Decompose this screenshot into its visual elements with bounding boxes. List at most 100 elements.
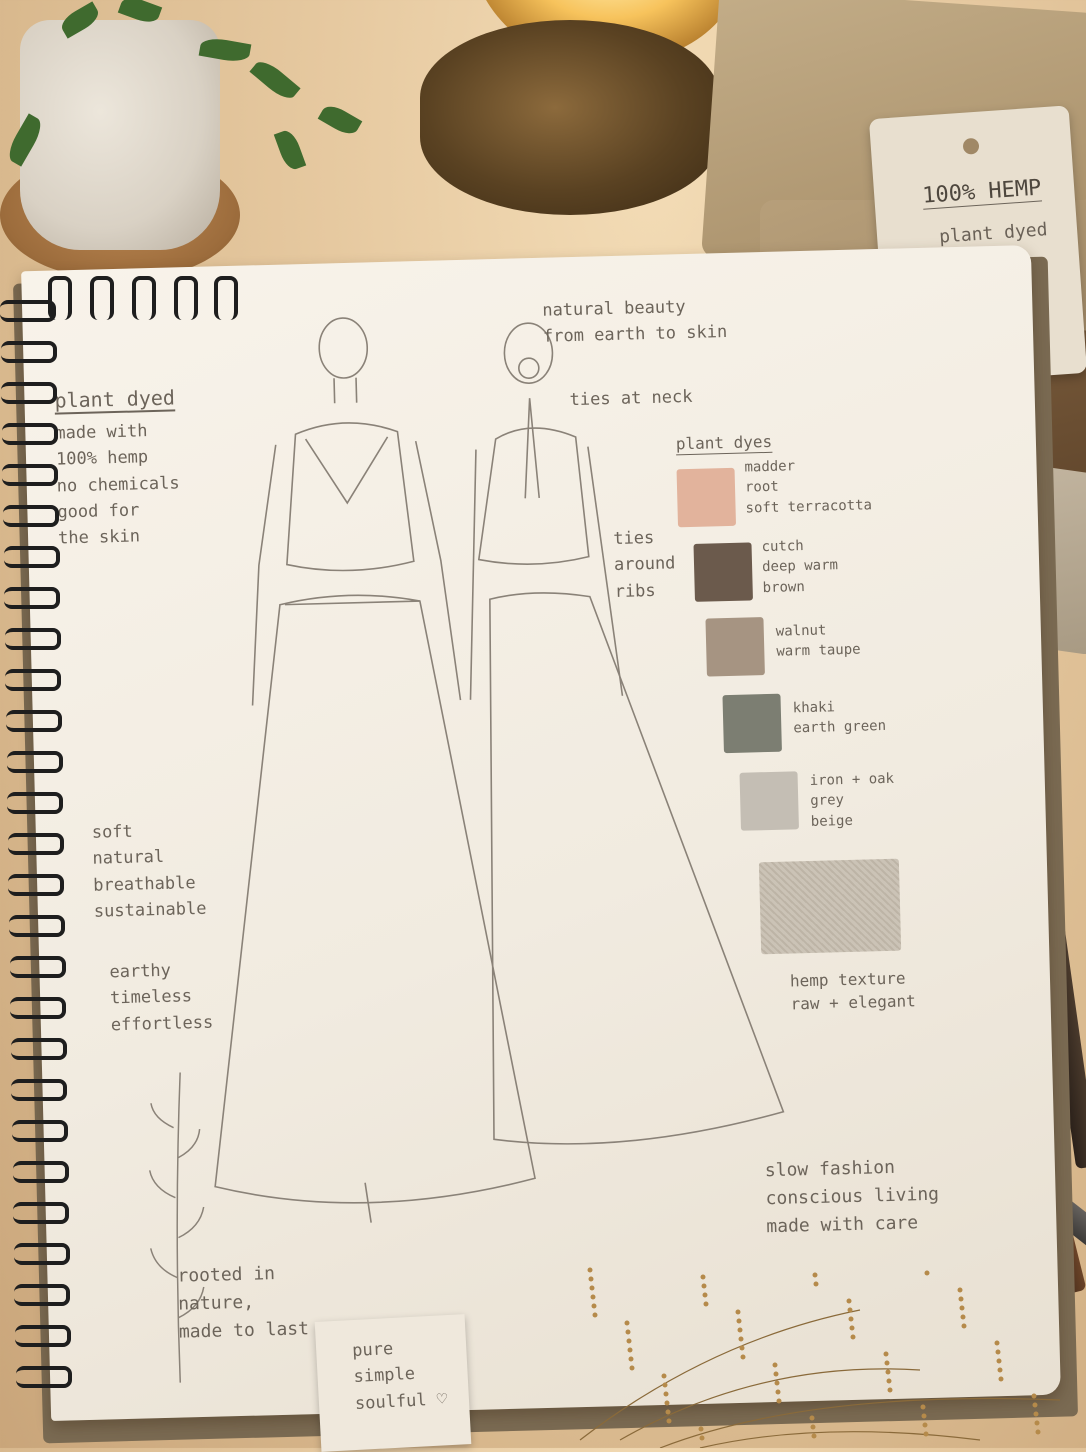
flower-bud xyxy=(700,1274,706,1280)
flower-bud xyxy=(997,1367,1003,1373)
flower-bud xyxy=(625,1329,631,1335)
spiral-ring xyxy=(0,300,56,322)
flower-bud xyxy=(701,1283,707,1289)
flower-bud xyxy=(739,1345,745,1351)
plant-dyes-heading: plant dyes xyxy=(675,431,773,454)
rooted-in-nature-note: rooted in nature, made to last xyxy=(177,1263,310,1343)
flower-bud xyxy=(958,1296,964,1302)
flower-bud xyxy=(662,1382,668,1388)
flower-bud xyxy=(994,1340,1000,1346)
spiral-ring xyxy=(4,587,61,609)
plant-pot xyxy=(20,20,220,250)
qualities-note-2: earthy timeless effortless xyxy=(109,960,214,1036)
flower-bud xyxy=(587,1267,593,1273)
flower-bud xyxy=(773,1371,779,1377)
flower-bud xyxy=(591,1303,597,1309)
swatch-cutch xyxy=(693,542,753,602)
flower-bud xyxy=(998,1376,1004,1382)
flower-bud xyxy=(920,1404,926,1410)
spiral-ring xyxy=(9,915,65,937)
spiral-ring xyxy=(11,1079,68,1101)
flower-bud xyxy=(666,1418,672,1424)
flower-bud xyxy=(775,1389,781,1395)
flower-bud xyxy=(776,1398,782,1404)
flower-bud xyxy=(1032,1402,1038,1408)
spiral-ring xyxy=(3,546,60,568)
flower-bud xyxy=(923,1431,929,1437)
flower-bud xyxy=(959,1305,965,1311)
flower-bud xyxy=(847,1307,853,1313)
flower-bud xyxy=(589,1285,595,1291)
spiral-ring xyxy=(4,628,61,650)
slow-fashion-note: slow fashion conscious living made with … xyxy=(764,1156,940,1238)
flower-bud xyxy=(588,1276,594,1282)
flower-bud xyxy=(664,1400,670,1406)
swatch-hemp-texture xyxy=(758,858,902,955)
flower-bud xyxy=(995,1349,1001,1355)
swatch-label-hemp-texture: hemp texture raw + elegant xyxy=(789,968,917,1014)
flower-bud xyxy=(811,1433,817,1439)
flower-bud xyxy=(1034,1420,1040,1426)
spiral-ring xyxy=(10,1038,67,1060)
natural-beauty-note: natural beauty from earth to skin xyxy=(542,297,728,348)
pure-simple-soulful-text: pure simple soulful ♡ xyxy=(351,1338,448,1414)
flower-bud xyxy=(628,1356,634,1362)
flower-bud xyxy=(624,1320,630,1326)
flower-bud xyxy=(1033,1411,1039,1417)
spiral-ring xyxy=(7,833,64,855)
spiral-ring xyxy=(0,341,57,363)
swatch-madder xyxy=(676,467,737,528)
tag-title: 100% HEMP xyxy=(921,175,1043,210)
flower-bud xyxy=(774,1380,780,1386)
spiral-ring xyxy=(12,1161,69,1183)
flower-bud xyxy=(665,1409,671,1415)
flower-bud xyxy=(699,1435,705,1441)
spiral-ring xyxy=(7,792,64,814)
flower-bud xyxy=(590,1294,596,1300)
ties-at-neck-note: ties at neck xyxy=(569,386,693,411)
spiral-ring xyxy=(15,1325,71,1347)
swatch-iron-oak xyxy=(739,771,799,831)
swatch-khaki xyxy=(722,693,782,754)
spiral-ring xyxy=(10,997,67,1019)
flower-bud xyxy=(627,1347,633,1353)
flower-bud xyxy=(812,1272,818,1278)
flower-bud xyxy=(626,1338,632,1344)
flower-bud xyxy=(957,1287,963,1293)
spiral-ring xyxy=(12,1120,68,1142)
swatch-walnut xyxy=(705,617,765,677)
flower-bud xyxy=(886,1378,892,1384)
flower-bud xyxy=(924,1270,930,1276)
flower-bud xyxy=(884,1360,890,1366)
pure-simple-soulful-label: pure simple soulful ♡ xyxy=(314,1314,472,1452)
flower-bud xyxy=(850,1334,856,1340)
spiral-ring xyxy=(5,669,62,691)
flower-bud xyxy=(1031,1393,1037,1399)
flower-bud xyxy=(961,1323,967,1329)
flower-bud xyxy=(629,1365,635,1371)
flower-bud xyxy=(736,1318,742,1324)
spiral-ring xyxy=(15,1366,72,1388)
qualities-note-1: soft natural breathable sustainable xyxy=(91,821,207,922)
spiral-ring xyxy=(2,464,59,486)
tag-hole xyxy=(962,137,980,155)
flower-bud xyxy=(702,1292,708,1298)
flower-bud xyxy=(735,1309,741,1315)
spiral-ring xyxy=(1,382,58,404)
spiral-ring xyxy=(1,423,58,445)
spiral-ring xyxy=(14,1284,71,1306)
flower-bud xyxy=(663,1391,669,1397)
flower-bud xyxy=(848,1316,854,1322)
lamp-base xyxy=(420,20,720,215)
flower-bud xyxy=(883,1351,889,1357)
plant-dyed-notes: made with 100% hemp no chemicals good fo… xyxy=(55,421,180,549)
spiral-ring xyxy=(13,1243,70,1265)
flower-bud xyxy=(846,1298,852,1304)
spiral-ring xyxy=(8,874,65,896)
flower-bud xyxy=(738,1336,744,1342)
spiral-ring xyxy=(6,751,63,773)
flower-bud xyxy=(1035,1429,1041,1435)
spiral-ring xyxy=(3,505,59,527)
plant-dyed-heading: plant dyed xyxy=(54,385,176,413)
ties-around-ribs-note: ties around ribs xyxy=(613,527,676,602)
